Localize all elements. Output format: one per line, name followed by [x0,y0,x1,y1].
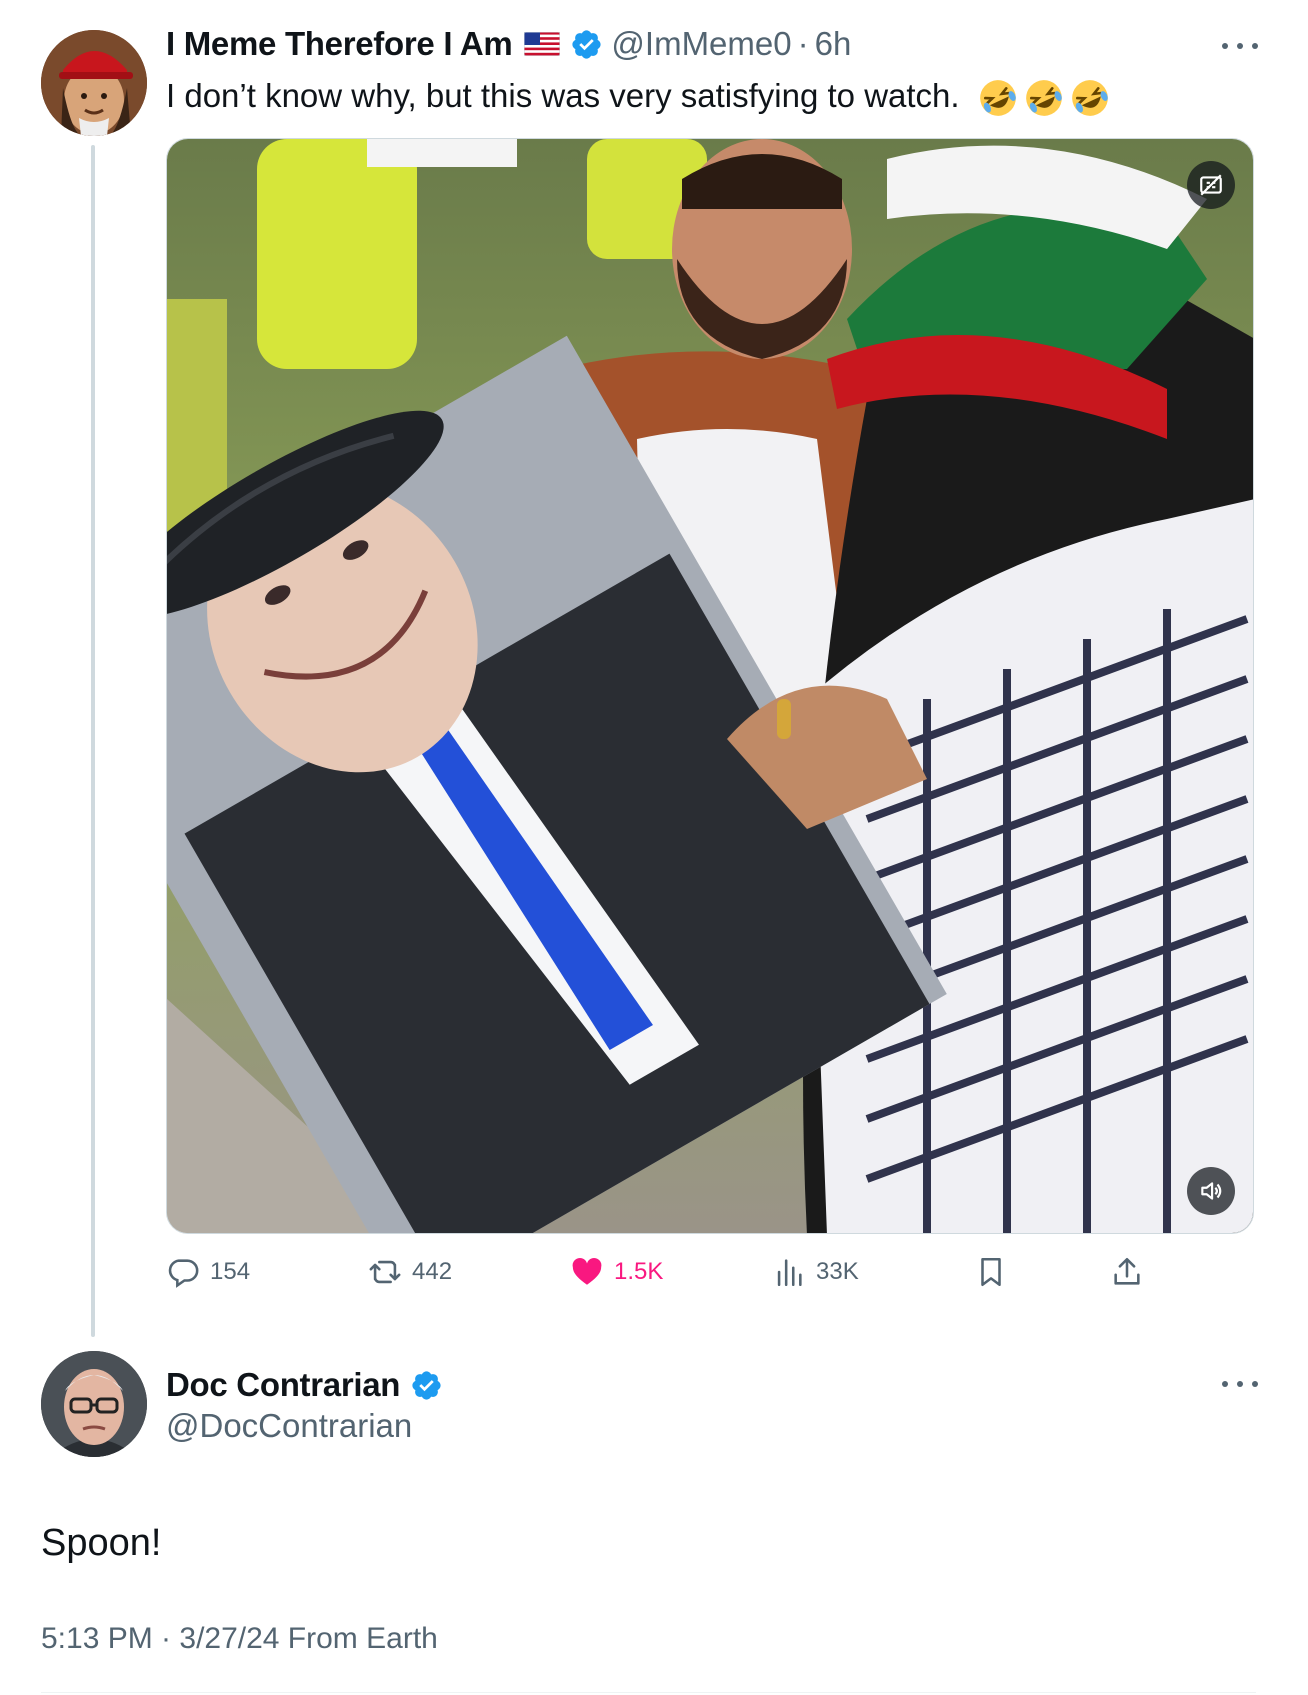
verified-badge-icon[interactable] [410,1369,443,1402]
tweet-detail-page: I Meme Therefore I Am @ImMeme0 · 6h I do… [0,0,1308,1695]
parent-tweet-time[interactable]: 6h [815,22,852,66]
reply-icon [168,1259,199,1288]
heart-filled-icon [572,1257,602,1285]
thread-connector-line [91,145,95,1337]
divider [41,1692,1256,1693]
repost-button[interactable]: 442 [368,1250,452,1294]
rolling-laughing-emoji-icon [1025,80,1062,117]
repost-icon [369,1260,401,1284]
main-more-options-icon[interactable] [1222,1378,1258,1390]
reply-button[interactable]: 154 [166,1250,250,1294]
tweet-video[interactable] [166,138,1254,1234]
parent-more-options-icon[interactable] [1222,40,1258,52]
sound-icon[interactable] [1187,1167,1235,1215]
share-button[interactable] [1110,1250,1144,1294]
parent-tweet-text-body: I don’t know why, but this was very sati… [166,77,960,114]
analytics-icon [777,1259,802,1287]
us-flag-icon [524,32,561,56]
main-author-avatar[interactable] [41,1351,147,1457]
parent-display-name[interactable]: I Meme Therefore I Am [166,22,513,66]
reply-count: 154 [210,1258,251,1285]
main-handle[interactable]: @DocContrarian [166,1404,412,1448]
captions-off-icon[interactable] [1187,161,1235,209]
share-icon [1114,1257,1140,1285]
views-button[interactable]: 33K [772,1250,859,1294]
verified-badge-icon[interactable] [570,28,603,61]
main-name-row: Doc Contrarian [166,1363,443,1407]
parent-handle[interactable]: @ImMeme0 [611,22,791,66]
parent-tweet-header: I Meme Therefore I Am @ImMeme0 · 6h [166,22,851,66]
parent-tweet-actions: 154 442 1.5K 33K [166,1250,1166,1294]
parent-tweet-text: I don’t know why, but this was very sati… [166,74,1111,119]
repost-count: 442 [412,1258,453,1285]
rolling-laughing-emoji-icon [979,80,1016,117]
view-count: 33K [816,1258,859,1285]
main-tweet-timestamp[interactable]: 5:13 PM · 3/27/24 From Earth [41,1619,438,1659]
bookmark-icon [981,1257,1001,1287]
parent-author-avatar[interactable] [41,30,147,136]
emoji-group [977,77,1111,119]
like-button[interactable]: 1.5K [570,1250,663,1294]
main-tweet-text: Spoon! [41,1522,162,1564]
rolling-laughing-emoji-icon [1071,80,1108,117]
separator-dot: · [797,25,809,62]
like-count: 1.5K [614,1258,664,1285]
bookmark-button[interactable] [974,1250,1008,1294]
video-frame [167,139,1253,1233]
main-display-name[interactable]: Doc Contrarian [166,1363,400,1407]
